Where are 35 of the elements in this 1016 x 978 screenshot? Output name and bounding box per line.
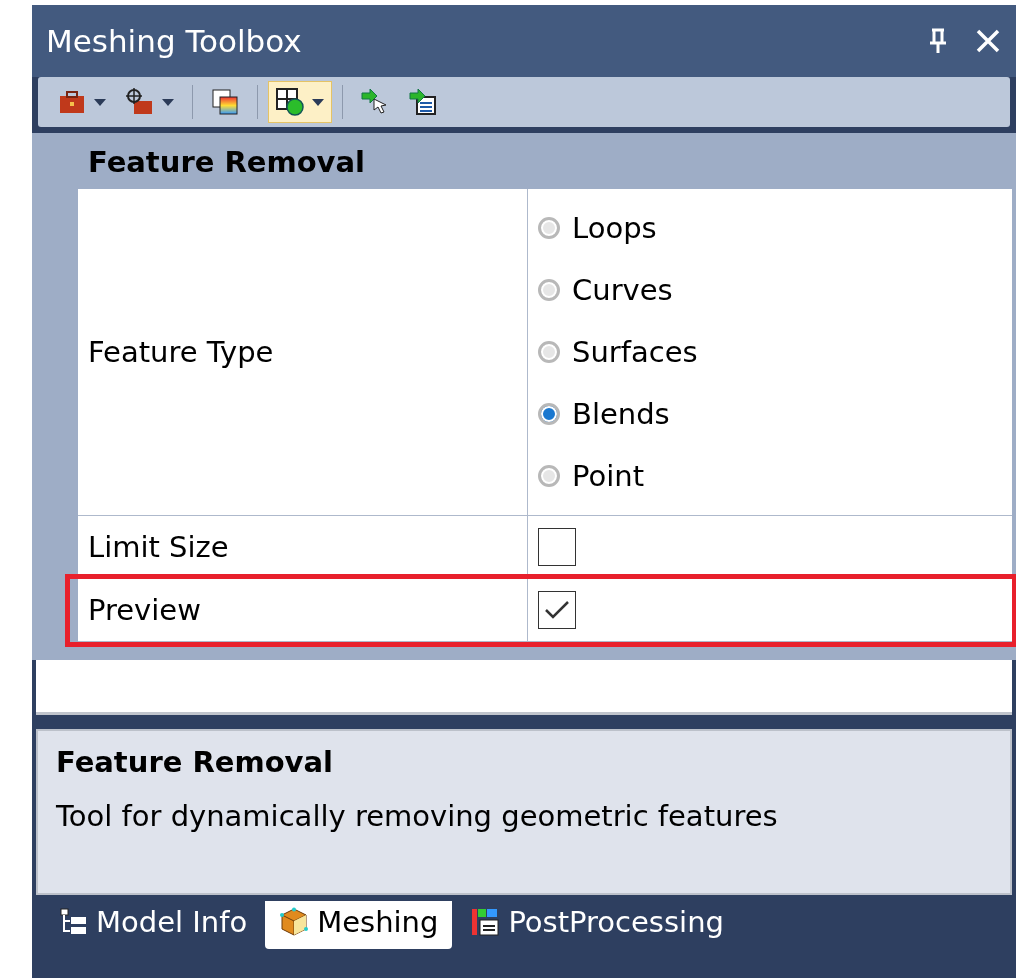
- checkbox[interactable]: [538, 591, 576, 629]
- description-title: Feature Removal: [56, 745, 334, 779]
- caret-icon: [161, 97, 175, 107]
- tab[interactable]: Meshing: [265, 901, 453, 949]
- toolbar-button[interactable]: [268, 81, 332, 123]
- toolbox-target-icon: [125, 87, 155, 117]
- radio-button[interactable]: [538, 279, 560, 301]
- radio-option[interactable]: Curves: [538, 259, 698, 321]
- property-label: Limit Size: [78, 516, 528, 579]
- color-layers-icon: [210, 87, 240, 117]
- tab[interactable]: PostProcessing: [456, 901, 738, 949]
- caret-icon: [311, 97, 325, 107]
- tab[interactable]: Model Info: [44, 901, 262, 949]
- caret-icon: [93, 97, 107, 107]
- radio-option[interactable]: Surfaces: [538, 321, 698, 383]
- tree-icon: [58, 907, 88, 937]
- radio-option[interactable]: Blends: [538, 383, 698, 445]
- radio-option[interactable]: Loops: [538, 197, 698, 259]
- description-text: Tool for dynamically removing geometric features: [56, 799, 779, 833]
- window-title: Meshing Toolbox: [46, 23, 303, 59]
- section-title: Feature Removal: [87, 144, 366, 181]
- close-icon[interactable]: [974, 27, 1002, 55]
- radio-button[interactable]: [538, 217, 560, 239]
- radio-button[interactable]: [538, 403, 560, 425]
- checkbox[interactable]: [538, 528, 576, 566]
- grid-circle-icon: [275, 87, 305, 117]
- property-label: Preview: [78, 579, 528, 642]
- cube-icon: [279, 907, 310, 937]
- radio-button[interactable]: [538, 341, 560, 363]
- check-icon: [543, 599, 571, 621]
- chart-panel-icon: [470, 907, 501, 937]
- arrow-table-icon: [408, 87, 438, 117]
- radio-option[interactable]: Point: [538, 445, 698, 507]
- radio-button[interactable]: [538, 465, 560, 487]
- property-label: Feature Type: [78, 189, 528, 516]
